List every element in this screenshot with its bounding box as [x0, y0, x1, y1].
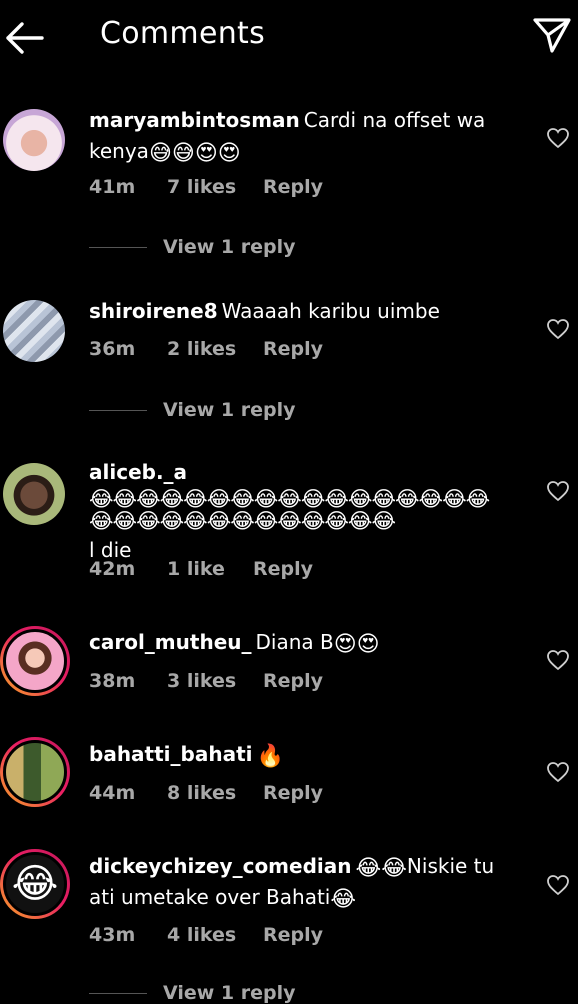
comment-username[interactable]: bahatti_bahati [89, 742, 253, 766]
divider-line [89, 410, 147, 411]
view-replies-button[interactable]: View 1 reply [89, 399, 296, 421]
comment-text: Waaaah karibu uimbe [221, 299, 440, 323]
heart-outline-icon[interactable] [546, 760, 570, 784]
comment-emoji: 😍😍 [333, 632, 380, 657]
fire-emoji: 🔥 [256, 744, 284, 769]
heart-outline-icon[interactable] [546, 317, 570, 341]
comment-likes[interactable]: 8 likes [167, 782, 236, 804]
arrow-left-icon [6, 22, 44, 54]
share-button[interactable] [532, 15, 572, 55]
view-replies-button[interactable]: View 1 reply [89, 236, 296, 258]
comment-likes[interactable]: 7 likes [167, 176, 236, 198]
comment-username[interactable]: dickeychizey_comedian [89, 854, 352, 878]
avatar[interactable] [3, 109, 65, 171]
avatar[interactable]: 😂 [0, 849, 70, 919]
comment-emoji: 😂😂😂😂😂😂😂😂😂😂😂😂😂😂😂😂😂😂😂😂😂😂😂😂😂😂😂😂😂😂 [89, 487, 490, 533]
heart-outline-icon[interactable] [546, 648, 570, 672]
comment-likes[interactable]: 1 like [167, 558, 225, 580]
reply-button[interactable]: Reply [263, 670, 323, 692]
comment-emoji: 😅😅😍😍 [148, 141, 241, 166]
comment-time: 43m [89, 924, 136, 946]
comment-time: 41m [89, 176, 136, 198]
comment-text: Diana B [255, 630, 334, 654]
avatar[interactable] [0, 626, 70, 696]
comment-emoji: 😂 [330, 887, 357, 912]
comment-time: 36m [89, 338, 136, 360]
comment-likes[interactable]: 4 likes [167, 924, 236, 946]
heart-outline-icon[interactable] [546, 479, 570, 503]
comment-emoji: 😂😂 [355, 856, 407, 881]
comment-username[interactable]: maryambintosman [89, 108, 300, 132]
avatar[interactable] [3, 463, 65, 525]
reply-button[interactable]: Reply [263, 176, 323, 198]
divider-line [89, 247, 147, 248]
reply-button[interactable]: Reply [263, 924, 323, 946]
header-bar: Comments [0, 0, 578, 78]
avatar[interactable] [3, 300, 65, 362]
back-button[interactable] [2, 20, 46, 56]
comment-likes[interactable]: 2 likes [167, 338, 236, 360]
page-title: Comments [100, 16, 266, 51]
avatar[interactable] [0, 737, 70, 807]
reply-button[interactable]: Reply [253, 558, 313, 580]
comment-username[interactable]: shiroirene8 [89, 299, 218, 323]
comment-likes[interactable]: 3 likes [167, 670, 236, 692]
paper-plane-icon [533, 18, 571, 53]
reply-button[interactable]: Reply [263, 782, 323, 804]
heart-outline-icon[interactable] [546, 126, 570, 150]
divider-line [89, 993, 147, 994]
reply-button[interactable]: Reply [263, 338, 323, 360]
comment-time: 44m [89, 782, 136, 804]
heart-outline-icon[interactable] [546, 873, 570, 897]
comment-time: 38m [89, 670, 136, 692]
comment-username[interactable]: aliceb._a [89, 460, 187, 484]
comment-time: 42m [89, 558, 136, 580]
comment-username[interactable]: carol_mutheu_ [89, 630, 252, 654]
view-replies-button[interactable]: View 1 reply [89, 982, 296, 1004]
